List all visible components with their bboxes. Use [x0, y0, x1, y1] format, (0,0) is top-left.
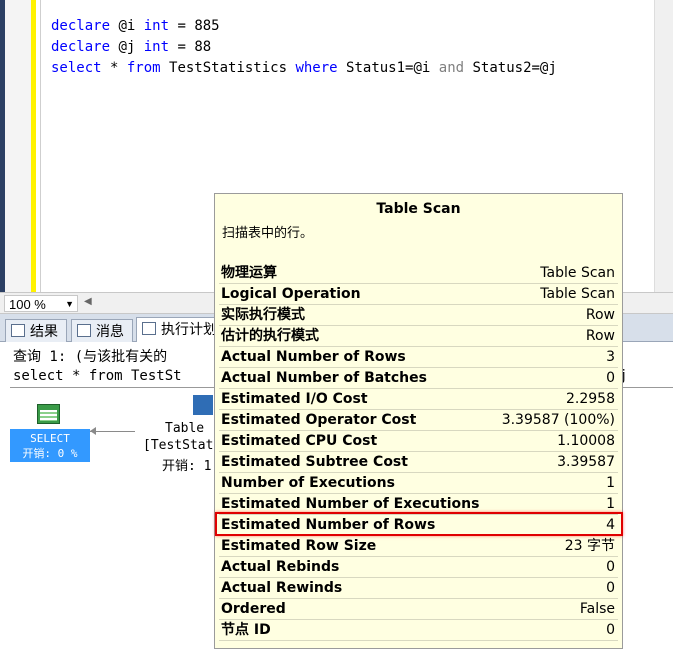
tooltip-title: Table Scan	[376, 201, 461, 217]
tooltip-row: Estimated Row Size 23 字节	[215, 536, 622, 557]
tooltip-description: 扫描表中的行。	[222, 226, 314, 241]
plan-arrow	[90, 431, 135, 432]
editor-divider	[40, 0, 41, 292]
chevron-down-icon: ▼	[65, 299, 74, 309]
property-name: Ordered	[221, 601, 286, 617]
table-node-label: Table	[165, 421, 205, 436]
property-name: 节点 ID	[221, 622, 271, 638]
property-value: 0	[606, 622, 615, 638]
tooltip-row: Number of Executions 1	[215, 473, 622, 494]
property-value: 1	[606, 475, 615, 491]
tooltip-row: Ordered False	[215, 599, 622, 620]
property-name: Actual Number of Rows	[221, 349, 406, 365]
property-value: 3.39587 (100%)	[501, 412, 615, 428]
change-marker	[31, 0, 36, 292]
tooltip-row: 估计的执行模式 Row	[215, 326, 622, 347]
property-name: Estimated Row Size	[221, 538, 377, 554]
property-value: 1.10008	[557, 433, 615, 449]
property-name: 实际执行模式	[221, 307, 305, 323]
property-name: Estimated CPU Cost	[221, 433, 378, 449]
tooltip-row: Estimated CPU Cost 1.10008	[215, 431, 622, 452]
table-scan-icon[interactable]	[193, 395, 213, 415]
code-line-1[interactable]: declare @i int = 885	[51, 18, 220, 34]
tooltip-row: Estimated Operator Cost 3.39587 (100%)	[215, 410, 622, 431]
property-value: Table Scan	[540, 286, 615, 302]
property-name: Actual Rewinds	[221, 580, 343, 596]
tooltip-row: 物理运算 Table Scan	[215, 263, 622, 284]
property-value: 3.39587	[557, 454, 615, 470]
editor-vertical-scrollbar[interactable]	[654, 0, 673, 292]
property-name: 估计的执行模式	[221, 328, 319, 344]
operator-tooltip: Table Scan 扫描表中的行。 物理运算 Table Scan Logical…	[214, 193, 623, 649]
message-icon	[77, 324, 91, 337]
property-name: Estimated Operator Cost	[221, 412, 417, 428]
plan-arrow-head	[90, 427, 96, 435]
tab-messages[interactable]: 消息	[71, 319, 133, 342]
tooltip-row: Actual Number of Batches 0	[215, 368, 622, 389]
tooltip-row: Logical Operation Table Scan	[215, 284, 622, 305]
property-value: 2.2958	[566, 391, 615, 407]
tooltip-row: Actual Rebinds 0	[215, 557, 622, 578]
code-line-3[interactable]: select * from TestStatistics where Statu…	[51, 60, 557, 76]
tooltip-row: Actual Rewinds 0	[215, 578, 622, 599]
tooltip-row: 节点 ID 0	[215, 620, 622, 641]
property-name: 物理运算	[221, 265, 277, 281]
tooltip-row: Estimated I/O Cost 2.2958	[215, 389, 622, 410]
property-value: 23 字节	[564, 538, 615, 554]
table-node-cost: 开销: 1	[162, 459, 212, 474]
query-header: 查询 1: (与该批有关的	[13, 349, 168, 365]
property-name: Estimated I/O Cost	[221, 391, 368, 407]
tooltip-row: Estimated Subtree Cost 3.39587	[215, 452, 622, 473]
select-operator-icon[interactable]	[37, 404, 60, 424]
property-value: Table Scan	[540, 265, 615, 281]
property-value: Row	[585, 307, 615, 323]
property-name: Actual Number of Batches	[221, 370, 427, 386]
property-value: 0	[606, 370, 615, 386]
select-operator-node[interactable]: SELECT 开销: 0 %	[10, 429, 90, 462]
property-value: 0	[606, 559, 615, 575]
property-value: False	[579, 601, 615, 617]
execution-plan-icon	[142, 322, 156, 335]
highlight-box	[215, 512, 623, 536]
code-line-2[interactable]: declare @j int = 88	[51, 39, 211, 55]
grid-icon	[11, 324, 25, 337]
scroll-left-icon[interactable]: ◀	[84, 296, 92, 307]
property-value: 3	[606, 349, 615, 365]
property-value: 0	[606, 580, 615, 596]
tooltip-row: Actual Number of Rows 3	[215, 347, 622, 368]
property-name: Logical Operation	[221, 286, 361, 302]
property-name: Number of Executions	[221, 475, 395, 491]
tab-results[interactable]: 结果	[5, 319, 67, 342]
property-name: Actual Rebinds	[221, 559, 340, 575]
zoom-dropdown[interactable]: 100 % ▼	[4, 295, 78, 312]
property-name: Estimated Subtree Cost	[221, 454, 408, 470]
editor-gutter	[5, 0, 31, 292]
query-sql: select * from TestSt	[13, 368, 182, 384]
property-value: Row	[585, 328, 615, 344]
table-node-object: [TestStat	[143, 438, 214, 453]
tooltip-row: 实际执行模式 Row	[215, 305, 622, 326]
